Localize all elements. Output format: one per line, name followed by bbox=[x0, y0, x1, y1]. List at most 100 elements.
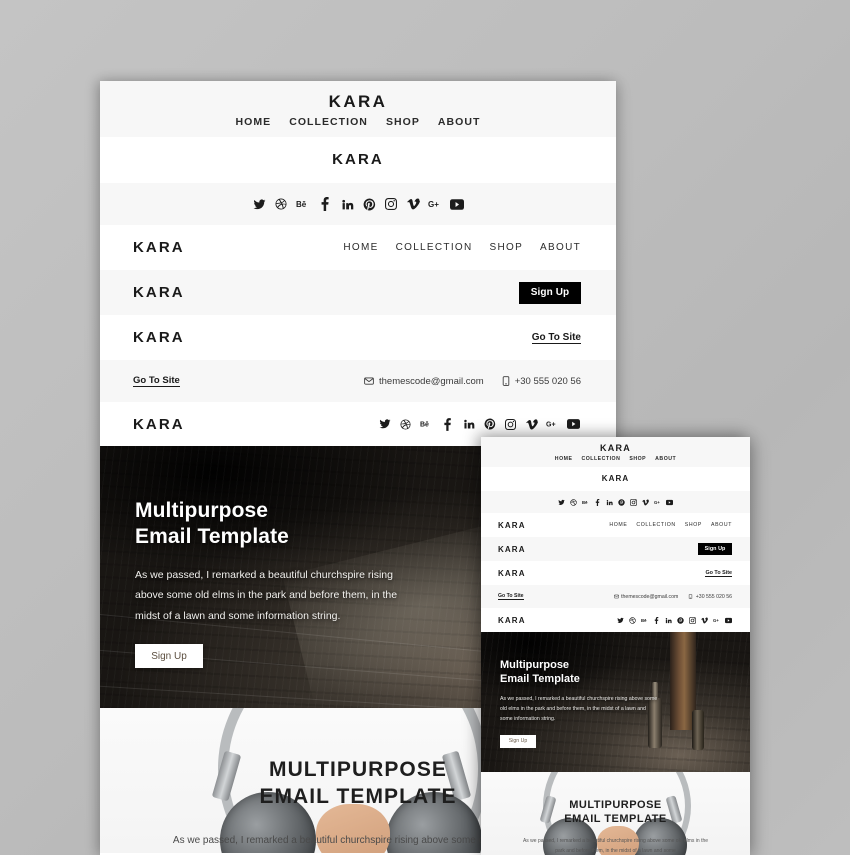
googleplus-icon[interactable]: G+ bbox=[652, 497, 664, 507]
nav-item-home[interactable]: HOME bbox=[343, 242, 378, 253]
email-text: themescode@gmail.com bbox=[621, 593, 679, 600]
brand-logo[interactable]: KARA bbox=[498, 569, 526, 578]
nav-item-collection[interactable]: COLLECTION bbox=[289, 116, 368, 128]
vimeo-icon[interactable] bbox=[698, 616, 710, 625]
nav-item-about[interactable]: ABOUT bbox=[540, 242, 581, 253]
twitter-icon[interactable] bbox=[556, 497, 568, 507]
nav-item-about[interactable]: ABOUT bbox=[655, 456, 676, 462]
pinterest-icon[interactable] bbox=[616, 497, 628, 507]
svg-text:G+: G+ bbox=[654, 500, 660, 505]
primary-nav: HOME COLLECTION SHOP ABOUT bbox=[481, 456, 750, 462]
dribbble-icon[interactable] bbox=[626, 616, 638, 625]
dribbble-icon[interactable] bbox=[568, 497, 580, 507]
email-contact[interactable]: themescode@gmail.com bbox=[613, 593, 679, 600]
facebook-icon[interactable] bbox=[314, 195, 336, 213]
brand-logo[interactable]: KARA bbox=[100, 151, 616, 168]
googleplus-icon[interactable]: G+ bbox=[542, 416, 563, 432]
nav-item-shop[interactable]: SHOP bbox=[629, 456, 646, 462]
social-links: Bē G+ bbox=[614, 616, 734, 625]
facebook-icon[interactable] bbox=[650, 616, 662, 625]
brand-logo[interactable]: KARA bbox=[133, 284, 185, 301]
youtube-icon[interactable] bbox=[722, 616, 734, 625]
header-variant-signup-button: KARA Sign Up bbox=[481, 537, 750, 561]
nav-item-home[interactable]: HOME bbox=[555, 456, 573, 462]
go-to-site-link[interactable]: Go To Site bbox=[705, 570, 732, 577]
instagram-icon[interactable] bbox=[686, 616, 698, 625]
band-body-text: As we passed, I remarked a beautiful chu… bbox=[522, 838, 709, 854]
phone-contact[interactable]: +30 555 020 56 bbox=[688, 594, 732, 600]
twitter-icon[interactable] bbox=[248, 195, 270, 213]
nav-item-collection[interactable]: COLLECTION bbox=[636, 522, 675, 528]
envelope-icon bbox=[364, 377, 374, 385]
nav-item-home[interactable]: HOME bbox=[609, 522, 627, 528]
phone-text: +30 555 020 56 bbox=[514, 375, 581, 387]
brand-logo[interactable]: KARA bbox=[133, 416, 185, 433]
instagram-icon[interactable] bbox=[500, 416, 521, 432]
brand-logo[interactable]: KARA bbox=[498, 521, 526, 530]
brand-logo[interactable]: KARA bbox=[481, 443, 750, 453]
instagram-icon[interactable] bbox=[628, 497, 640, 507]
brand-logo[interactable]: KARA bbox=[498, 545, 526, 554]
go-to-site-link[interactable]: Go To Site bbox=[531, 332, 581, 344]
nav-item-shop[interactable]: SHOP bbox=[685, 522, 702, 528]
linkedin-icon[interactable] bbox=[458, 416, 479, 432]
hero-section: Multipurpose Email Template As we passed… bbox=[481, 632, 750, 772]
svg-text:G+: G+ bbox=[546, 422, 556, 429]
dribbble-icon[interactable] bbox=[270, 195, 292, 213]
hero-body-text: As we passed, I remarked a beautiful chu… bbox=[500, 696, 658, 723]
vimeo-icon[interactable] bbox=[521, 416, 542, 432]
linkedin-icon[interactable] bbox=[604, 497, 616, 507]
hero-title-line-1: Multipurpose bbox=[135, 499, 269, 522]
header-variant-contact-bar: Go To Site themescode@gmail.com +30 555 … bbox=[100, 360, 616, 402]
nav-item-shop[interactable]: SHOP bbox=[386, 116, 420, 128]
nav-item-collection[interactable]: COLLECTION bbox=[581, 456, 620, 462]
facebook-icon[interactable] bbox=[437, 416, 458, 432]
pinterest-icon[interactable] bbox=[358, 195, 380, 213]
dribbble-icon[interactable] bbox=[395, 416, 416, 432]
behance-icon[interactable]: Bē bbox=[416, 416, 437, 432]
youtube-icon[interactable] bbox=[563, 416, 584, 432]
social-links: Bē G+ bbox=[374, 416, 584, 432]
instagram-icon[interactable] bbox=[380, 195, 402, 213]
hero-title-line-2: Email Template bbox=[500, 673, 580, 686]
svg-text:Bē: Bē bbox=[641, 618, 647, 623]
facebook-icon[interactable] bbox=[592, 497, 604, 507]
behance-icon[interactable]: Bē bbox=[638, 616, 650, 625]
sign-up-button[interactable]: Sign Up bbox=[519, 281, 581, 304]
hero-sign-up-button[interactable]: Sign Up bbox=[135, 644, 203, 669]
header-variant-logo-social: KARA Bē G+ bbox=[481, 608, 750, 632]
header-variant-social-icons: Bē G+ bbox=[481, 491, 750, 513]
go-to-site-link[interactable]: Go To Site bbox=[498, 593, 524, 600]
pinterest-icon[interactable] bbox=[479, 416, 500, 432]
vimeo-icon[interactable] bbox=[640, 497, 652, 507]
brand-logo[interactable]: KARA bbox=[481, 474, 750, 483]
vimeo-icon[interactable] bbox=[402, 195, 424, 213]
brand-logo[interactable]: KARA bbox=[133, 329, 185, 346]
phone-contact[interactable]: +30 555 020 56 bbox=[502, 376, 581, 387]
linkedin-icon[interactable] bbox=[662, 616, 674, 625]
twitter-icon[interactable] bbox=[614, 616, 626, 625]
brand-logo[interactable]: KARA bbox=[100, 92, 616, 112]
nav-item-collection[interactable]: COLLECTION bbox=[396, 242, 473, 253]
band-title-line-1: MULTIPURPOSE bbox=[569, 799, 662, 811]
pinterest-icon[interactable] bbox=[674, 616, 686, 625]
brand-logo[interactable]: KARA bbox=[498, 616, 526, 625]
nav-item-about[interactable]: ABOUT bbox=[438, 116, 481, 128]
linkedin-icon[interactable] bbox=[336, 195, 358, 213]
twitter-icon[interactable] bbox=[374, 416, 395, 432]
nav-item-home[interactable]: HOME bbox=[235, 116, 271, 128]
behance-icon[interactable]: Bē bbox=[580, 497, 592, 507]
email-contact[interactable]: themescode@gmail.com bbox=[364, 376, 484, 387]
brand-logo[interactable]: KARA bbox=[133, 239, 185, 256]
googleplus-icon[interactable]: G+ bbox=[710, 616, 722, 625]
googleplus-icon[interactable]: G+ bbox=[424, 195, 446, 213]
youtube-icon[interactable] bbox=[446, 195, 468, 213]
behance-icon[interactable]: Bē bbox=[292, 195, 314, 213]
nav-item-about[interactable]: ABOUT bbox=[711, 522, 732, 528]
hero-sign-up-button[interactable]: Sign Up bbox=[500, 734, 536, 748]
nav-item-shop[interactable]: SHOP bbox=[490, 242, 524, 253]
youtube-icon[interactable] bbox=[664, 497, 676, 507]
sign-up-button[interactable]: Sign Up bbox=[698, 543, 732, 555]
go-to-site-link[interactable]: Go To Site bbox=[133, 375, 180, 387]
primary-nav: HOME COLLECTION SHOP ABOUT bbox=[100, 116, 616, 128]
